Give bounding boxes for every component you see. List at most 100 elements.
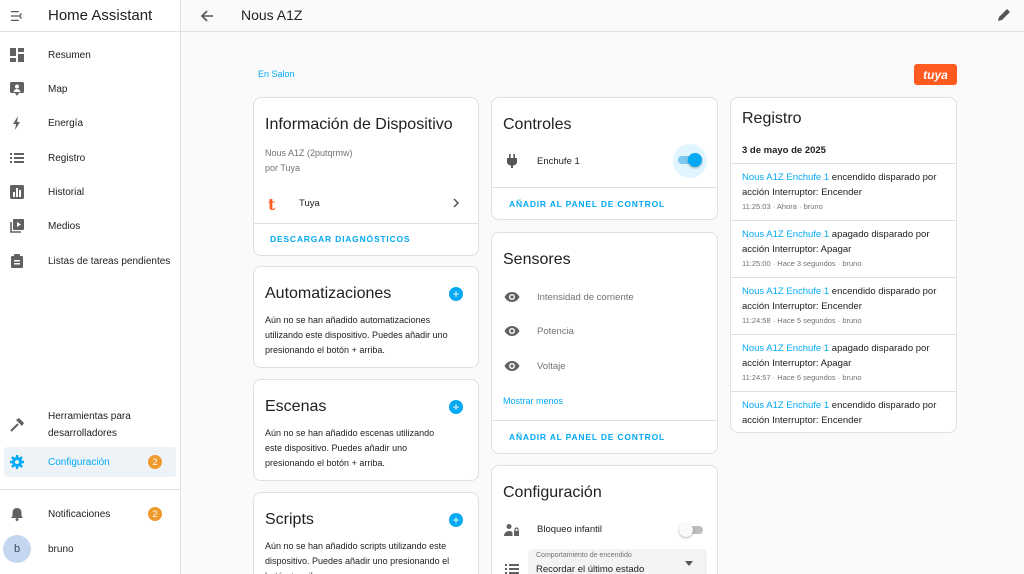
log-entity-link[interactable]: Nous A1Z Enchufe 1: [742, 400, 829, 411]
add-automation-button[interactable]: +: [449, 287, 463, 301]
topbar: Nous A1Z: [181, 0, 1024, 32]
log-meta: 11:24:57 · Hace 6 segundos · bruno: [742, 373, 862, 382]
dropdown-arrow-icon: [685, 561, 693, 566]
log-meta: 11:24:58 · Hace 5 segundos · bruno: [742, 316, 862, 325]
sidebar-item-configuracion[interactable]: Configuración 2: [4, 447, 176, 477]
chevron-right-icon: [453, 198, 460, 208]
sidebar-item-historial[interactable]: Historial: [0, 177, 181, 207]
add-to-dashboard-button[interactable]: AÑADIR AL PANEL DE CONTROL: [509, 199, 665, 209]
log-meta: 11:25:03 · Ahora · bruno: [742, 202, 823, 211]
lightning-icon: [9, 115, 25, 131]
area-link[interactable]: En Salon: [258, 69, 295, 79]
log-entry: Nous A1Z Enchufe 1 encendido disparado p…: [731, 163, 956, 220]
integration-row[interactable]: t Tuya: [254, 188, 478, 218]
tuya-logo-text: tuya: [923, 67, 948, 82]
device-manufacturer: por Tuya: [265, 163, 301, 173]
controls-entity-name: Enchufe 1: [537, 156, 580, 167]
sidebar-item-label: Historial: [48, 186, 85, 198]
sidebar-item-label: Resumen: [48, 49, 91, 61]
log-entry: Nous A1Z Enchufe 1 encendido disparado p…: [731, 391, 956, 432]
log-entry: Nous A1Z Enchufe 1 encendido disparado p…: [731, 277, 956, 334]
power-on-behavior-select[interactable]: Comportamiento de encendido Recordar el …: [528, 549, 707, 574]
logbook-title: Registro: [742, 110, 802, 127]
device-model: Nous A1Z (2putqrmw): [265, 148, 353, 158]
media-icon: [9, 218, 25, 234]
card-divider: [254, 223, 478, 224]
back-arrow-icon[interactable]: [199, 8, 215, 24]
sidebar-item-notifications[interactable]: Notificaciones 2: [0, 499, 181, 529]
configuration-card: Configuración Bloqueo infantil Comportam…: [491, 465, 718, 574]
show-less-link[interactable]: Mostrar menos: [503, 394, 563, 409]
integration-name: Tuya: [299, 198, 320, 209]
sidebar-item-label: Herramientas para desarrolladores: [48, 408, 131, 442]
sidebar-item-registro[interactable]: Registro: [0, 143, 181, 173]
menu-collapse-icon[interactable]: [10, 9, 24, 23]
log-entity-link[interactable]: Nous A1Z Enchufe 1: [742, 172, 829, 183]
sidebar-divider: [0, 489, 181, 490]
user-name: bruno: [48, 543, 74, 555]
device-info-card: Información de Dispositivo Nous A1Z (2pu…: [253, 97, 479, 256]
eye-icon: [503, 288, 521, 306]
pencil-icon[interactable]: [996, 7, 1012, 23]
sidebar-item-resumen[interactable]: Resumen: [0, 40, 181, 70]
add-script-button[interactable]: +: [449, 513, 463, 527]
sidebar-item-label: Energía: [48, 117, 84, 129]
logbook-date: 3 de mayo de 2025: [742, 145, 826, 156]
log-entity-link[interactable]: Nous A1Z Enchufe 1: [742, 343, 829, 354]
download-diagnostics-button[interactable]: DESCARGAR DIAGNÓSTICOS: [270, 234, 410, 244]
dashboard-icon: [9, 47, 25, 63]
enchufe-1-toggle[interactable]: [678, 153, 702, 167]
log-entity-link[interactable]: Nous A1Z Enchufe 1: [742, 286, 829, 297]
sidebar: Home Assistant Resumen Map Energía Regis…: [0, 0, 181, 574]
sidebar-item-tareas[interactable]: Listas de tareas pendientes: [0, 246, 181, 276]
select-value: Recordar el último estado: [536, 564, 645, 574]
child-lock-icon: [503, 521, 521, 539]
bell-icon: [9, 506, 25, 522]
sidebar-item-user[interactable]: b bruno: [0, 534, 181, 564]
sidebar-item-medios[interactable]: Medios: [0, 211, 181, 241]
scripts-empty-text: Aún no se han añadido scripts utilizando…: [265, 541, 450, 574]
sidebar-item-label: Map: [48, 83, 68, 95]
scripts-card: Scripts + Aún no se han añadido scripts …: [253, 492, 479, 574]
log-meta: 11:25:00 · Hace 3 segundos · bruno: [742, 259, 862, 268]
sensor-power[interactable]: Potencia: [537, 326, 574, 337]
scenes-title: Escenas: [265, 398, 327, 415]
card-divider: [492, 187, 717, 188]
sensors-card: Sensores Intensidad de corriente Potenci…: [491, 232, 718, 454]
notifications-badge: 2: [148, 507, 162, 521]
log-entry: Nous A1Z Enchufe 1 apagado disparado por…: [731, 334, 956, 391]
sidebar-item-map[interactable]: Map: [0, 74, 181, 104]
sidebar-item-energia[interactable]: Energía: [0, 108, 181, 138]
sensor-current[interactable]: Intensidad de corriente: [537, 292, 634, 303]
sidebar-item-label: Configuración: [48, 456, 110, 468]
toggle-knob: [679, 523, 693, 537]
sensor-voltage[interactable]: Voltaje: [537, 361, 566, 372]
scenes-empty-text: Aún no se han añadido escenas utilizando…: [265, 428, 435, 468]
sidebar-item-label: Listas de tareas pendientes: [48, 255, 171, 267]
chart-icon: [9, 184, 25, 200]
tuya-integration-icon: t: [268, 195, 276, 214]
sidebar-header: Home Assistant: [0, 0, 180, 32]
app-title: Home Assistant: [48, 7, 153, 24]
power-plug-icon: [503, 152, 521, 170]
clipboard-icon: [9, 253, 25, 269]
list-icon: [9, 150, 25, 166]
automations-empty-text: Aún no se han añadido automatizaciones u…: [265, 315, 448, 355]
sidebar-item-developer-tools[interactable]: Herramientas para desarrolladores: [0, 408, 181, 442]
eye-icon: [503, 322, 521, 340]
log-entry: Nous A1Z Enchufe 1 apagado disparado por…: [731, 220, 956, 277]
toggle-knob: [688, 153, 702, 167]
add-scene-button[interactable]: +: [449, 400, 463, 414]
tuya-logo: tuya: [914, 64, 957, 85]
add-to-dashboard-button[interactable]: AÑADIR AL PANEL DE CONTROL: [509, 432, 665, 442]
log-entity-link[interactable]: Nous A1Z Enchufe 1: [742, 229, 829, 240]
logbook-card: Registro 3 de mayo de 2025 Nous A1Z Ench…: [730, 97, 957, 433]
configuration-title: Configuración: [503, 484, 602, 501]
controls-title: Controles: [503, 116, 572, 133]
hammer-icon: [9, 417, 25, 433]
map-icon: [9, 81, 25, 97]
developer-tools-label-line1: Herramientas para: [48, 411, 131, 422]
gear-icon: [9, 454, 25, 470]
developer-tools-label-line2: desarrolladores: [48, 428, 117, 439]
child-lock-toggle[interactable]: [679, 523, 703, 537]
